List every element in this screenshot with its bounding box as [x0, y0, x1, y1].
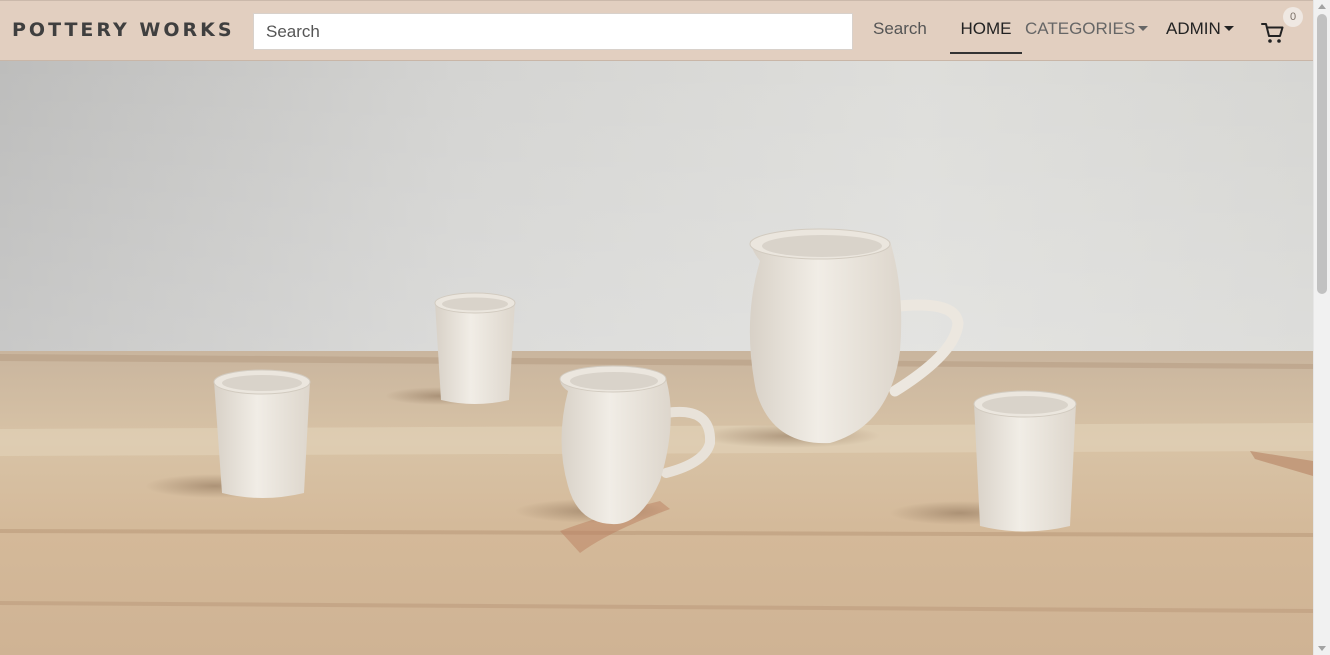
hero-image [0, 61, 1313, 655]
scroll-up-arrow-icon[interactable] [1318, 4, 1326, 9]
page: POTTERY WORKS Search HOME CATEGORIES ADM… [0, 0, 1330, 655]
caret-down-icon [1138, 26, 1149, 31]
brand-logo[interactable]: POTTERY WORKS [12, 19, 235, 41]
nav-categories-label: CATEGORIES [1025, 19, 1136, 38]
search-input[interactable] [253, 13, 853, 50]
cart-button[interactable] [1261, 21, 1285, 45]
cart-count-badge: 0 [1283, 7, 1303, 27]
page-scrollbar[interactable] [1313, 0, 1330, 655]
nav-categories-dropdown[interactable]: CATEGORIES [1025, 19, 1149, 39]
navbar: POTTERY WORKS Search HOME CATEGORIES ADM… [0, 0, 1313, 61]
nav-admin-dropdown[interactable]: ADMIN [1166, 19, 1234, 39]
nav-home[interactable]: HOME [950, 19, 1022, 54]
search-button[interactable]: Search [866, 19, 934, 39]
nav-home-label: HOME [960, 19, 1012, 38]
nav-admin-label: ADMIN [1166, 19, 1221, 38]
cart-icon [1261, 23, 1284, 43]
scroll-down-arrow-icon[interactable] [1318, 646, 1326, 651]
scrollbar-thumb[interactable] [1317, 14, 1327, 294]
caret-down-icon [1223, 26, 1234, 31]
